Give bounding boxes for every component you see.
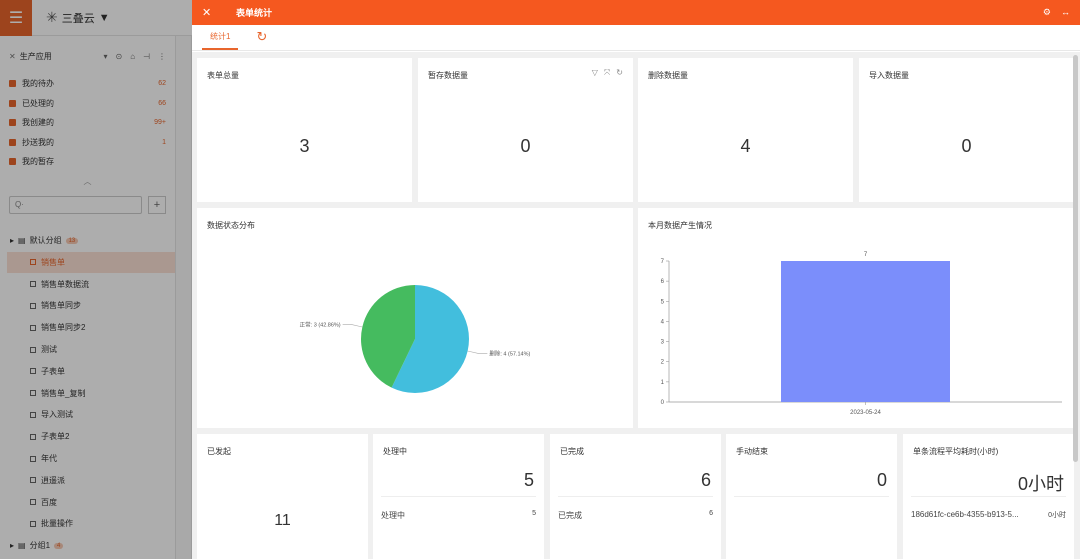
pie-slice-label: 删除: 4 (57.14%) <box>489 350 530 358</box>
flow-row-label: 已完成 <box>558 511 582 520</box>
y-tick-label: 5 <box>661 299 665 305</box>
flow-row[interactable]: 已完成 6 <box>558 510 713 521</box>
flow-row-value: 6 <box>709 510 713 517</box>
stat-card-draft: 暂存数据量 ▽ ⤧ ↻ 0 <box>418 58 633 202</box>
stat-card-total: 表单总量 3 <box>197 58 412 202</box>
flow-card-done: 已完成 6 已完成 6 <box>550 434 721 559</box>
flow-value: 5 <box>523 470 534 490</box>
flow-row[interactable]: 186d61fc-ce6b-4355-b913-5... 0小时 <box>911 510 1066 520</box>
y-tick-label: 2 <box>661 360 665 366</box>
stat-value: 0 <box>961 136 972 156</box>
refresh-icon[interactable]: ↻ <box>616 68 623 78</box>
card-title: 暂存数据量 <box>428 71 468 80</box>
bar-card: 本月数据产生情况 0 1 2 3 4 5 6 7 7 2023-05-24 <box>638 208 1074 428</box>
flow-value: 0小时 <box>1017 474 1064 494</box>
y-tick-label: 6 <box>661 279 665 285</box>
bar <box>781 261 950 402</box>
flow-row-value: 5 <box>532 510 536 517</box>
flow-value: 0 <box>876 470 887 490</box>
flow-value: 11 <box>274 512 291 529</box>
card-title: 手动结束 <box>736 447 768 456</box>
tab-bar: 统计1 ↻ <box>192 25 1080 51</box>
stat-value: 4 <box>740 136 751 156</box>
y-tick-label: 7 <box>661 259 665 265</box>
card-title: 删除数据量 <box>648 71 688 80</box>
flow-card-avg-time: 单条流程平均耗时(小时) 0小时 186d61fc-ce6b-4355-b913… <box>903 434 1074 559</box>
y-tick-label: 4 <box>661 319 665 325</box>
flow-row-value: 0小时 <box>1048 512 1066 519</box>
card-title: 表单总量 <box>207 71 239 80</box>
expand-icon[interactable]: ⤧ <box>604 68 610 78</box>
flow-row-label: 186d61fc-ce6b-4355-b913-5... <box>911 510 1019 519</box>
card-title: 单条流程平均耗时(小时) <box>913 447 999 456</box>
bar-value-label: 7 <box>864 252 868 258</box>
refresh-icon[interactable]: ↻ <box>256 24 267 50</box>
card-title: 已发起 <box>207 447 231 456</box>
dashboard: 表单总量 3 暂存数据量 ▽ ⤧ ↻ 0 删除数据量 4 导入数据量 0 数据状… <box>192 52 1080 559</box>
card-title: 处理中 <box>383 447 407 456</box>
bar-chart: 0 1 2 3 4 5 6 7 7 2023-05-24 <box>661 252 1062 416</box>
divider <box>911 496 1066 497</box>
flow-card-processing: 处理中 5 处理中 5 <box>373 434 544 559</box>
flow-value: 6 <box>700 470 711 490</box>
drawer-header: ✕ 表单统计 ⚙ ↔ <box>192 0 1080 25</box>
pie-chart: 删除: 4 (57.14%) 正常: 3 (42.86%) <box>300 285 530 393</box>
filter-icon[interactable]: ▽ <box>592 68 598 78</box>
modal-overlay[interactable] <box>0 0 192 559</box>
y-tick-label: 3 <box>661 340 665 346</box>
flow-row-label: 处理中 <box>381 511 405 520</box>
scrollbar[interactable] <box>1073 55 1078 462</box>
flow-row[interactable]: 处理中 5 <box>381 510 536 521</box>
pie-leader-line <box>342 324 363 328</box>
stats-drawer: ✕ 表单统计 ⚙ ↔ 统计1 ↻ 表单总量 3 暂存数据量 ▽ ⤧ ↻ 0 删除… <box>192 0 1080 559</box>
pie-card: 数据状态分布 删除: 4 (57.14%) 正常: 3 (42.86%) <box>197 208 633 428</box>
stat-card-deleted: 删除数据量 4 <box>638 58 853 202</box>
pie-leader-line <box>467 350 488 354</box>
settings-icon[interactable]: ⚙ <box>1043 7 1051 18</box>
card-title: 已完成 <box>560 447 584 456</box>
stat-card-imported: 导入数据量 0 <box>859 58 1074 202</box>
divider <box>558 496 713 497</box>
fullscreen-icon[interactable]: ↔ <box>1061 7 1070 18</box>
card-title: 导入数据量 <box>869 71 909 80</box>
drawer-title: 表单统计 <box>236 8 273 18</box>
flow-card-started: 已发起 11 <box>197 434 368 559</box>
stat-value: 0 <box>520 136 531 156</box>
stat-value: 3 <box>299 136 310 156</box>
x-tick-label: 2023-05-24 <box>850 410 881 416</box>
y-tick-label: 1 <box>661 380 665 386</box>
flow-card-manual-end: 手动结束 0 <box>726 434 897 559</box>
divider <box>381 496 536 497</box>
close-icon[interactable]: ✕ <box>202 6 236 19</box>
card-tools: ▽ ⤧ ↻ <box>592 68 623 78</box>
tab-stats1[interactable]: 统计1 <box>202 24 239 50</box>
y-tick-label: 0 <box>661 400 665 406</box>
divider <box>734 496 889 497</box>
pie-slice-label: 正常: 3 (42.86%) <box>300 320 341 328</box>
